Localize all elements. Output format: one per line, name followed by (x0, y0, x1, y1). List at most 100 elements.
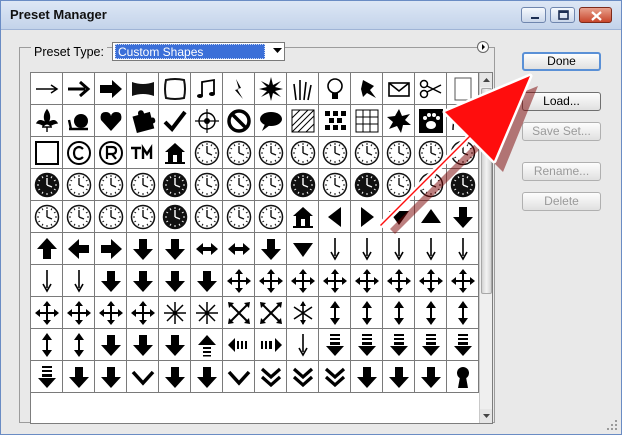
shape-preset-starburst-arrows[interactable] (159, 297, 191, 329)
scroll-up-button[interactable] (480, 73, 492, 87)
shape-preset-four-way-arrows[interactable] (95, 297, 127, 329)
shape-preset-clock[interactable] (191, 201, 223, 233)
shape-preset-arrow-right-bold[interactable] (95, 233, 127, 265)
shape-preset-arrow-down-bold[interactable] (63, 361, 95, 393)
shape-preset-clock-dark[interactable] (447, 169, 479, 201)
shape-preset-lightbulb[interactable] (319, 73, 351, 105)
shape-preset-clock-dark[interactable] (287, 169, 319, 201)
shape-preset-arrow-down-thin[interactable] (415, 233, 447, 265)
shape-preset-clock[interactable] (63, 201, 95, 233)
shape-preset-arrow-down-bold[interactable] (415, 361, 447, 393)
shape-preset-compass-arrows[interactable] (287, 297, 319, 329)
shape-preset-circle-frame[interactable] (447, 105, 479, 137)
shape-preset-clock[interactable] (95, 201, 127, 233)
shape-preset-checker-diamond[interactable] (319, 105, 351, 137)
shape-preset-house[interactable] (287, 201, 319, 233)
maximize-icon[interactable] (550, 7, 575, 23)
shape-preset-arrow-down-bold[interactable] (159, 233, 191, 265)
shape-preset-arrow-down-bold[interactable] (383, 361, 415, 393)
shape-preset-clock[interactable] (223, 169, 255, 201)
shape-preset-clock[interactable] (415, 137, 447, 169)
shape-preset-arrow-down-bold[interactable] (351, 361, 383, 393)
shape-preset-four-way-arrows[interactable] (319, 265, 351, 297)
shape-preset-trademark[interactable] (127, 137, 159, 169)
shape-preset-arrow-thin-right[interactable] (31, 73, 63, 105)
shape-preset-four-way-arrows[interactable] (415, 265, 447, 297)
shape-preset-triangle-down[interactable] (287, 233, 319, 265)
shape-preset-blank-tag[interactable] (447, 73, 479, 105)
vertical-scrollbar[interactable] (479, 73, 492, 423)
shape-preset-striped-arrow-right[interactable] (255, 329, 287, 361)
shape-preset-registered[interactable] (95, 137, 127, 169)
close-icon[interactable] (579, 7, 612, 23)
shape-preset-hatch-square[interactable] (287, 105, 319, 137)
shape-preset-arrow-bold-right[interactable] (95, 73, 127, 105)
shape-preset-striped-arrow-up[interactable] (191, 329, 223, 361)
shape-preset-grass[interactable] (287, 73, 319, 105)
shape-preset-clock[interactable] (415, 169, 447, 201)
shape-preset-thumbtack[interactable] (351, 73, 383, 105)
shape-preset-triangle-right[interactable] (351, 201, 383, 233)
shape-preset-clock[interactable] (95, 169, 127, 201)
shape-preset-arrow-medium-right[interactable] (63, 73, 95, 105)
shape-preset-striped-arrow-down[interactable] (351, 329, 383, 361)
shape-preset-clock[interactable] (383, 169, 415, 201)
shape-preset-fleur-de-lis[interactable] (31, 105, 63, 137)
shape-preset-music-notes[interactable] (191, 73, 223, 105)
shape-preset-arrow-down-bold[interactable] (191, 361, 223, 393)
shape-preset-clock[interactable] (255, 169, 287, 201)
shape-preset-four-way-arrows[interactable] (31, 297, 63, 329)
shape-preset-clock[interactable] (223, 201, 255, 233)
shape-preset-triangle-down[interactable] (383, 201, 415, 233)
shape-preset-arrow-down-bold[interactable] (127, 265, 159, 297)
shape-preset-arrow-left-bold[interactable] (63, 233, 95, 265)
shape-preset-clock[interactable] (127, 201, 159, 233)
shape-preset-striped-arrow-down[interactable] (415, 329, 447, 361)
shape-preset-clock[interactable] (319, 137, 351, 169)
shape-preset-four-way-arrows[interactable] (127, 297, 159, 329)
shape-preset-arrow-down-bold[interactable] (159, 361, 191, 393)
shape-preset-keyhole[interactable] (447, 361, 479, 393)
shape-preset-clock-dark[interactable] (351, 169, 383, 201)
shape-preset-arrow-down-bold[interactable] (159, 265, 191, 297)
shape-preset-double-arrow-vertical[interactable] (447, 297, 479, 329)
shape-preset-house[interactable] (159, 137, 191, 169)
shape-preset-clock-dark[interactable] (31, 169, 63, 201)
shape-preset-clock-dark[interactable] (159, 169, 191, 201)
shape-preset-four-way-arrows[interactable] (383, 265, 415, 297)
shape-preset-four-way-arrows[interactable] (255, 265, 287, 297)
done-button[interactable]: Done (522, 52, 601, 71)
shape-preset-arrow-down-thin[interactable] (63, 265, 95, 297)
save-set-button[interactable]: Save Set... (522, 122, 601, 141)
shape-preset-speech-bubble[interactable] (255, 105, 287, 137)
shape-preset-copyright[interactable] (63, 137, 95, 169)
shape-preset-clock[interactable] (191, 169, 223, 201)
shape-preset-target[interactable] (191, 105, 223, 137)
minimize-icon[interactable] (521, 7, 546, 23)
shape-preset-double-arrow-vertical[interactable] (351, 297, 383, 329)
shape-preset-chevron-down[interactable] (223, 361, 255, 393)
preset-type-select[interactable]: Custom Shapes (112, 42, 285, 61)
shape-preset-paw-print[interactable] (415, 105, 447, 137)
shape-preset-arrow-down-thin[interactable] (287, 329, 319, 361)
shape-preset-clock[interactable] (255, 201, 287, 233)
shape-preset-checkmark[interactable] (159, 105, 191, 137)
shape-preset-arrow-down-bold[interactable] (255, 233, 287, 265)
shape-preset-double-chevron-down[interactable] (287, 361, 319, 393)
shape-preset-clock[interactable] (319, 169, 351, 201)
shape-preset-chevron-down[interactable] (127, 361, 159, 393)
shape-preset-clock[interactable] (255, 137, 287, 169)
shape-preset-clock[interactable] (223, 137, 255, 169)
shape-preset-heart[interactable] (95, 105, 127, 137)
shape-preset-arrow-down-thin[interactable] (319, 233, 351, 265)
shape-preset-clock[interactable] (191, 137, 223, 169)
shape-preset-arrow-down-bold[interactable] (127, 329, 159, 361)
scroll-thumb[interactable] (481, 88, 492, 294)
shape-preset-starburst[interactable] (255, 73, 287, 105)
shape-preset-double-chevron-down[interactable] (255, 361, 287, 393)
shape-preset-arrow-down-thin[interactable] (383, 233, 415, 265)
panel-menu-icon[interactable] (477, 41, 489, 53)
shape-preset-four-way-arrows[interactable] (351, 265, 383, 297)
shape-preset-square-frame[interactable] (31, 137, 63, 169)
shape-preset-double-arrow-vertical[interactable] (415, 297, 447, 329)
